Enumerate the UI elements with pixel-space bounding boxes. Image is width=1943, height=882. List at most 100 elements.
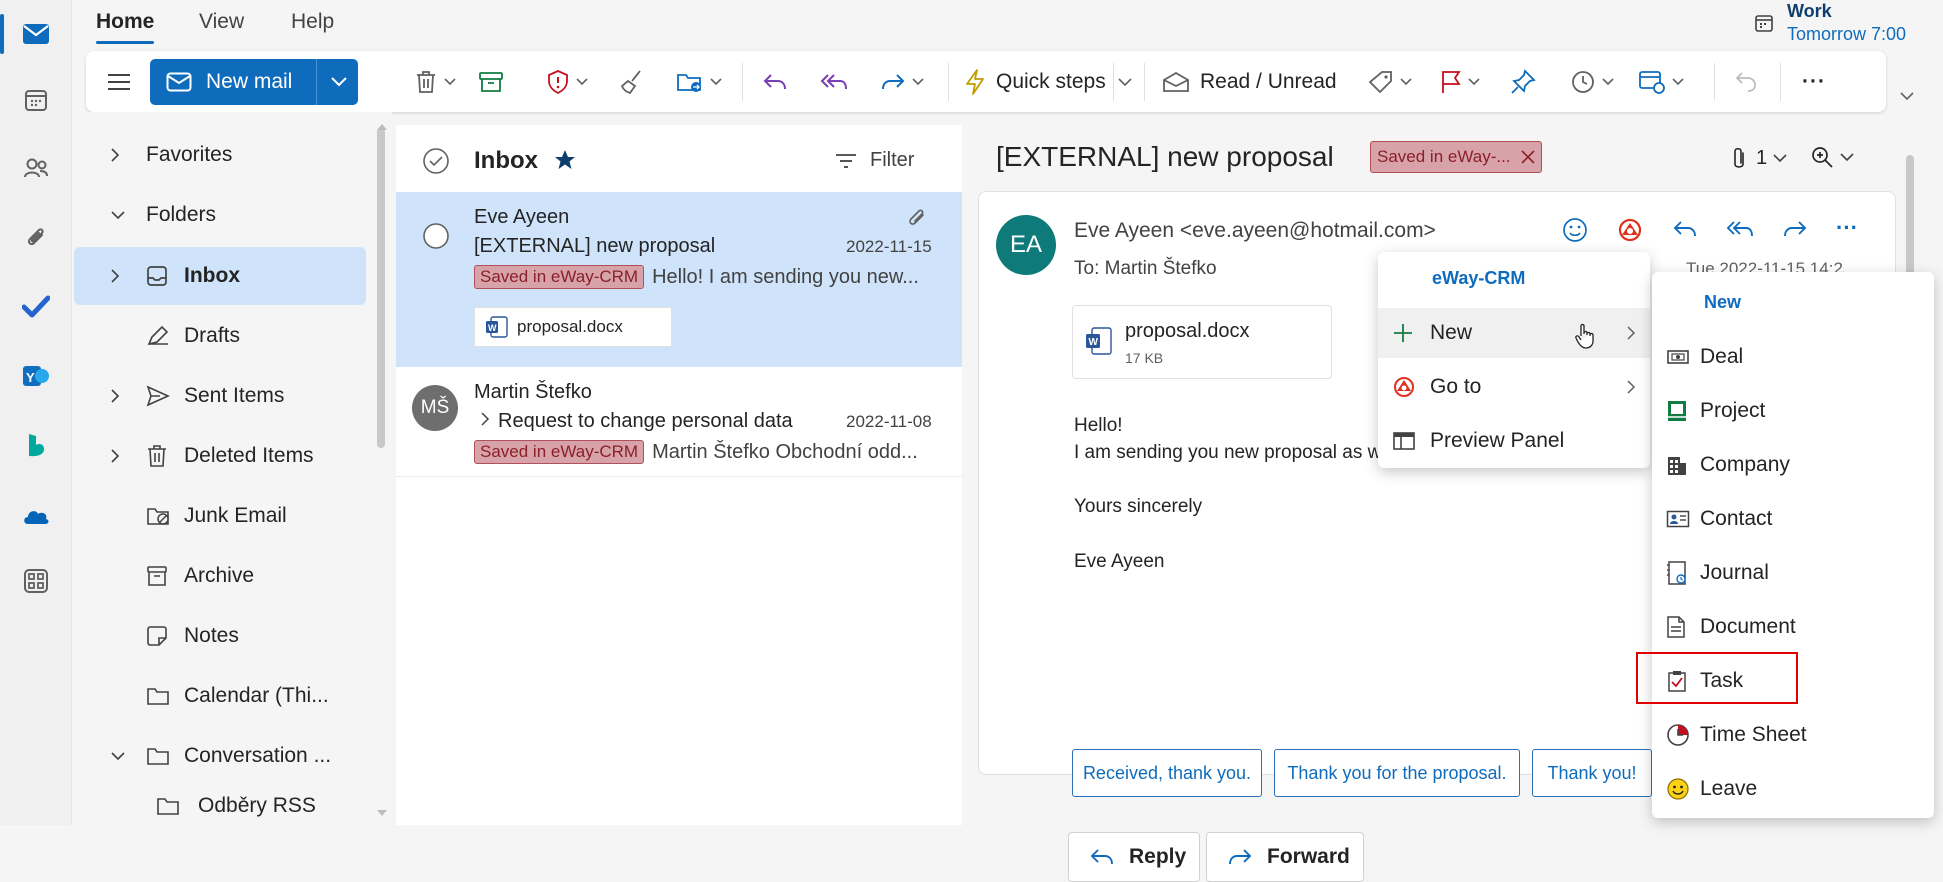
mail-app-icon[interactable] — [20, 18, 52, 50]
message-date: 2022-11-08 — [846, 412, 932, 431]
menu-item-new[interactable]: New — [1378, 308, 1650, 358]
menu-item-deal[interactable]: Deal — [1652, 332, 1934, 382]
folder-rss[interactable]: Odběry RSS — [74, 787, 366, 825]
menu-item-leave[interactable]: Leave — [1652, 764, 1934, 814]
reply-all-button[interactable] — [820, 64, 848, 100]
menu-item-go-to[interactable]: Go to — [1378, 362, 1650, 412]
reply-all-icon[interactable] — [1726, 219, 1754, 239]
reply-button[interactable] — [762, 64, 788, 100]
delete-button[interactable] — [414, 64, 456, 100]
zoom-button[interactable] — [1810, 145, 1854, 169]
report-button[interactable] — [546, 64, 588, 100]
select-all-checkbox[interactable] — [422, 147, 450, 175]
chevron-down-icon[interactable] — [1468, 78, 1480, 86]
attachments-app-icon[interactable] — [20, 221, 52, 253]
tab-home[interactable]: Home — [96, 10, 154, 34]
attachment-card[interactable]: W proposal.docx 17 KB — [1072, 305, 1332, 379]
close-icon[interactable] — [1520, 150, 1535, 164]
deal-icon — [1666, 347, 1690, 367]
filter-button[interactable]: Filter — [834, 149, 914, 172]
menu-item-project[interactable]: Project — [1652, 386, 1934, 436]
more-options-button[interactable]: ··· — [1802, 64, 1826, 100]
attachment-count-button[interactable]: 1 — [1730, 145, 1787, 171]
quick-reply-button[interactable]: Thank you for the proposal. — [1274, 749, 1520, 797]
folder-notes[interactable]: Notes — [74, 607, 366, 665]
menu-item-time-sheet[interactable]: Time Sheet — [1652, 710, 1934, 760]
quick-reply-button[interactable]: Received, thank you. — [1072, 749, 1262, 797]
menu-item-document[interactable]: Document — [1652, 602, 1934, 652]
quick-steps-dropdown[interactable] — [1118, 64, 1132, 100]
menu-item-journal[interactable]: Journal — [1652, 548, 1934, 598]
ribbon-collapse-icon[interactable] — [1900, 92, 1914, 101]
favorite-star-icon[interactable] — [554, 149, 576, 171]
yammer-app-icon[interactable]: Y — [20, 360, 52, 392]
folder-drafts[interactable]: Drafts — [74, 307, 366, 365]
archive-button[interactable] — [478, 64, 504, 100]
list-item[interactable]: MŠ Martin Štefko Request to change perso… — [396, 367, 962, 477]
sender-address[interactable]: Eve Ayeen <eve.ayeen@hotmail.com> — [1074, 219, 1436, 243]
forward-button[interactable]: Forward — [1206, 832, 1364, 882]
hamburger-menu-icon[interactable] — [106, 64, 132, 100]
tab-help[interactable]: Help — [291, 10, 334, 34]
sweep-button[interactable] — [620, 64, 644, 100]
scroll-down-icon[interactable] — [377, 810, 387, 816]
folder-calendar[interactable]: Calendar (Thi... — [74, 667, 366, 725]
reply-icon[interactable] — [1672, 219, 1698, 239]
folder-archive[interactable]: Archive — [74, 547, 366, 605]
folder-folders[interactable]: Folders — [74, 186, 366, 244]
calendar-app-icon[interactable] — [20, 84, 52, 116]
eway-crm-icon[interactable] — [1616, 217, 1644, 243]
chevron-down-icon[interactable] — [1602, 78, 1614, 86]
chevron-down-icon[interactable] — [1672, 78, 1684, 86]
snooze-button[interactable] — [1570, 64, 1614, 100]
chevron-down-icon[interactable] — [1400, 78, 1412, 86]
folder-sent-items[interactable]: Sent Items — [74, 367, 366, 425]
menu-item-company[interactable]: Company — [1652, 440, 1934, 490]
tab-view[interactable]: View — [199, 10, 244, 34]
folder-inbox[interactable]: Inbox — [74, 247, 366, 305]
forward-icon[interactable] — [1782, 219, 1808, 239]
archive-icon — [478, 70, 504, 94]
flag-button[interactable] — [1440, 64, 1480, 100]
new-mail-button[interactable]: New mail — [150, 59, 358, 105]
more-apps-icon[interactable] — [20, 565, 52, 597]
rules-button[interactable] — [1638, 64, 1684, 100]
chevron-down-icon[interactable] — [444, 78, 456, 86]
undo-button[interactable] — [1734, 64, 1758, 100]
new-mail-dropdown-icon[interactable] — [330, 74, 348, 88]
read-unread-button[interactable]: Read / Unread — [1162, 64, 1337, 100]
categorize-button[interactable] — [1368, 64, 1412, 100]
menu-item-contact[interactable]: Contact — [1652, 494, 1934, 544]
select-message-checkbox[interactable] — [422, 222, 450, 250]
folder-favorites[interactable]: Favorites — [74, 126, 366, 184]
scroll-up-icon[interactable] — [377, 124, 387, 130]
bookings-app-icon[interactable] — [20, 430, 52, 462]
emoji-react-icon[interactable] — [1562, 217, 1588, 243]
chevron-right-icon[interactable] — [480, 411, 490, 427]
folder-pane-scrollbar[interactable] — [377, 128, 385, 448]
reply-button[interactable]: Reply — [1068, 832, 1200, 882]
folder-deleted-items[interactable]: Deleted Items — [74, 427, 366, 485]
message-subject: [EXTERNAL] new proposal — [474, 235, 716, 257]
chevron-down-icon[interactable] — [576, 78, 588, 86]
move-to-button[interactable] — [676, 64, 722, 100]
forward-button[interactable] — [880, 64, 924, 100]
pin-button[interactable] — [1510, 64, 1536, 100]
more-actions-icon[interactable]: ··· — [1836, 215, 1858, 241]
list-item[interactable]: Eve Ayeen [EXTERNAL] new proposal 2022-1… — [396, 192, 962, 367]
folder-conversation[interactable]: Conversation ... — [74, 727, 366, 785]
message-preview: Martin Štefko Obchodní odd... — [652, 440, 918, 463]
attachment-chip[interactable]: W proposal.docx — [474, 307, 672, 347]
chevron-down-icon[interactable] — [912, 78, 924, 86]
people-app-icon[interactable] — [20, 152, 52, 184]
folder-junk-email[interactable]: Junk Email — [74, 487, 366, 545]
quick-steps-label: Quick steps — [996, 70, 1106, 93]
quick-steps-button[interactable]: Quick steps — [964, 64, 1106, 100]
chevron-down-icon[interactable] — [710, 78, 722, 86]
quick-reply-button[interactable]: Thank you! — [1532, 749, 1652, 797]
menu-item-preview-panel[interactable]: Preview Panel — [1378, 416, 1650, 466]
todo-app-icon[interactable] — [20, 290, 52, 322]
reminder-widget[interactable]: Work Tomorrow 7:00 — [1752, 0, 1942, 48]
journal-icon — [1666, 560, 1688, 586]
onedrive-app-icon[interactable] — [20, 500, 52, 532]
